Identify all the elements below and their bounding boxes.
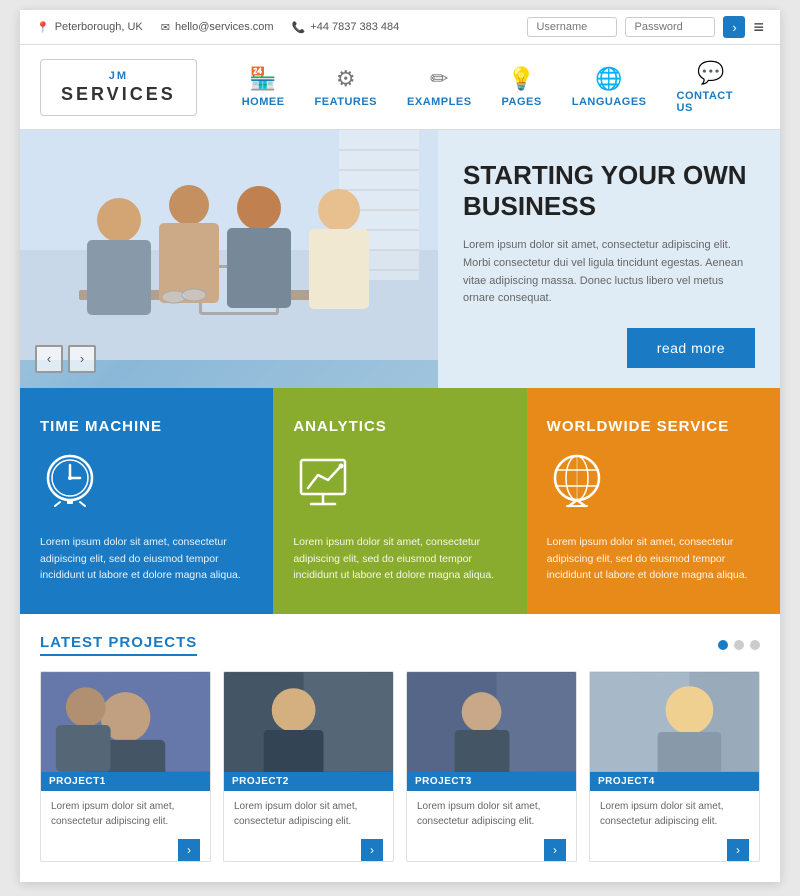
project-image-4 — [590, 672, 759, 772]
nav-pages[interactable]: 💡 PAGES — [487, 61, 557, 113]
feature-analytics-title: ANALYTICS — [293, 418, 386, 435]
phone-icon: 📞 — [292, 21, 306, 34]
globe-icon — [547, 450, 607, 519]
project-1-illustration — [41, 672, 210, 772]
features-icon: ⚙ — [336, 66, 356, 92]
hero-navigation: ‹ › — [35, 345, 96, 373]
clock-icon — [40, 450, 100, 519]
hero-illustration — [20, 130, 438, 360]
projects-title: LATEST PROJECTS — [40, 634, 197, 656]
login-button[interactable]: › — [723, 16, 745, 38]
project-card-3: PROJECT3 Lorem ipsum dolor sit amet, con… — [406, 671, 577, 862]
project-card-2: PROJECT2 Lorem ipsum dolor sit amet, con… — [223, 671, 394, 862]
pages-icon: 💡 — [508, 66, 535, 92]
project-3-arrow[interactable]: › — [544, 839, 566, 861]
project-image-3 — [407, 672, 576, 772]
phone-text: +44 7837 383 484 — [310, 21, 399, 33]
nav-languages[interactable]: 🌐 LANGUAGES — [557, 61, 662, 113]
hero-section: ‹ › STARTING YOUR OWN BUSINESS Lorem ips… — [20, 130, 780, 388]
hamburger-menu[interactable]: ≡ — [753, 17, 764, 38]
project-2-info: Lorem ipsum dolor sit amet, consectetur … — [224, 791, 393, 847]
topbar: 📍 Peterborough, UK ✉ hello@services.com … — [20, 10, 780, 45]
project-card-1: PROJECT1 Lorem ipsum dolor sit amet, con… — [40, 671, 211, 862]
password-input[interactable] — [625, 17, 715, 37]
project-image-2 — [224, 672, 393, 772]
pagination-dot-1[interactable] — [718, 640, 728, 650]
feature-worldwide: WORLDWIDE SERVICE Lorem ipsum dolor sit … — [527, 388, 780, 614]
features-section: TIME MACHINE Lorem ipsum dolor sit amet,… — [20, 388, 780, 614]
project-card-4: PROJECT4 Lorem ipsum dolor sit amet, con… — [589, 671, 760, 862]
nav-pages-label: PAGES — [502, 96, 542, 108]
home-icon: 🏪 — [249, 66, 276, 92]
nav-examples[interactable]: ✏ EXAMPLES — [392, 61, 487, 113]
project-4-illustration — [590, 672, 759, 772]
nav-contact[interactable]: 💬 CONTACT US — [662, 55, 760, 119]
main-nav: 🏪 HOMEE ⚙ FEATURES ✏ EXAMPLES 💡 PAGES 🌐 … — [227, 55, 760, 119]
projects-section: LATEST PROJECTS PROJE — [20, 614, 780, 882]
feature-analytics: ANALYTICS Lorem ipsum dolor sit amet, co… — [273, 388, 526, 614]
contact-icon: 💬 — [697, 60, 724, 86]
project-3-info: Lorem ipsum dolor sit amet, consectetur … — [407, 791, 576, 847]
languages-icon: 🌐 — [595, 66, 622, 92]
project-4-arrow[interactable]: › — [727, 839, 749, 861]
project-3-text: Lorem ipsum dolor sit amet, consectetur … — [417, 799, 566, 829]
project-2-text: Lorem ipsum dolor sit amet, consectetur … — [234, 799, 383, 829]
feature-analytics-text: Lorem ipsum dolor sit amet, consectetur … — [293, 534, 506, 584]
chart-icon — [293, 450, 353, 519]
hero-text: Lorem ipsum dolor sit amet, consectetur … — [463, 237, 755, 307]
location-text: Peterborough, UK — [55, 21, 143, 33]
nav-home[interactable]: 🏪 HOMEE — [227, 61, 300, 113]
logo: JM SERVICES — [40, 59, 197, 116]
hero-image: ‹ › — [20, 130, 438, 388]
examples-icon: ✏ — [430, 66, 448, 92]
feature-time-machine-title: TIME MACHINE — [40, 418, 162, 435]
project-1-label: PROJECT1 — [41, 772, 210, 791]
projects-grid: PROJECT1 Lorem ipsum dolor sit amet, con… — [40, 671, 760, 862]
projects-pagination — [718, 640, 760, 650]
feature-time-machine-text: Lorem ipsum dolor sit amet, consectetur … — [40, 534, 253, 584]
feature-worldwide-text: Lorem ipsum dolor sit amet, consectetur … — [547, 534, 760, 584]
nav-examples-label: EXAMPLES — [407, 96, 472, 108]
logo-name: SERVICES — [61, 84, 176, 105]
email-icon: ✉ — [161, 21, 170, 34]
topbar-auth: › ≡ — [527, 16, 764, 38]
project-2-illustration — [224, 672, 393, 772]
projects-header: LATEST PROJECTS — [40, 634, 760, 656]
nav-features-label: FEATURES — [315, 96, 377, 108]
location-icon: 📍 — [36, 21, 50, 34]
read-more-button[interactable]: read more — [627, 328, 755, 368]
hero-prev-button[interactable]: ‹ — [35, 345, 63, 373]
logo-initials: JM — [109, 70, 128, 82]
feature-worldwide-title: WORLDWIDE SERVICE — [547, 418, 730, 435]
pagination-dot-2[interactable] — [734, 640, 744, 650]
username-input[interactable] — [527, 17, 617, 37]
nav-home-label: HOMEE — [242, 96, 285, 108]
nav-contact-label: CONTACT US — [677, 90, 745, 114]
hero-title: STARTING YOUR OWN BUSINESS — [463, 160, 755, 222]
topbar-location: 📍 Peterborough, UK — [36, 21, 143, 34]
project-1-info: Lorem ipsum dolor sit amet, consectetur … — [41, 791, 210, 847]
topbar-email: ✉ hello@services.com — [161, 21, 274, 34]
project-4-text: Lorem ipsum dolor sit amet, consectetur … — [600, 799, 749, 829]
nav-languages-label: LANGUAGES — [572, 96, 647, 108]
project-2-label: PROJECT2 — [224, 772, 393, 791]
project-4-info: Lorem ipsum dolor sit amet, consectetur … — [590, 791, 759, 847]
project-1-text: Lorem ipsum dolor sit amet, consectetur … — [51, 799, 200, 829]
pagination-dot-3[interactable] — [750, 640, 760, 650]
hero-next-button[interactable]: › — [68, 345, 96, 373]
project-3-illustration — [407, 672, 576, 772]
project-3-label: PROJECT3 — [407, 772, 576, 791]
hero-content: STARTING YOUR OWN BUSINESS Lorem ipsum d… — [438, 130, 780, 388]
email-text: hello@services.com — [175, 21, 274, 33]
project-2-arrow[interactable]: › — [361, 839, 383, 861]
project-4-label: PROJECT4 — [590, 772, 759, 791]
page-wrapper: 📍 Peterborough, UK ✉ hello@services.com … — [20, 10, 780, 882]
topbar-phone: 📞 +44 7837 383 484 — [292, 21, 400, 34]
header: JM SERVICES 🏪 HOMEE ⚙ FEATURES ✏ EXAMPLE… — [20, 45, 780, 130]
feature-time-machine: TIME MACHINE Lorem ipsum dolor sit amet,… — [20, 388, 273, 614]
project-1-arrow[interactable]: › — [178, 839, 200, 861]
nav-features[interactable]: ⚙ FEATURES — [300, 61, 392, 113]
project-image-1 — [41, 672, 210, 772]
